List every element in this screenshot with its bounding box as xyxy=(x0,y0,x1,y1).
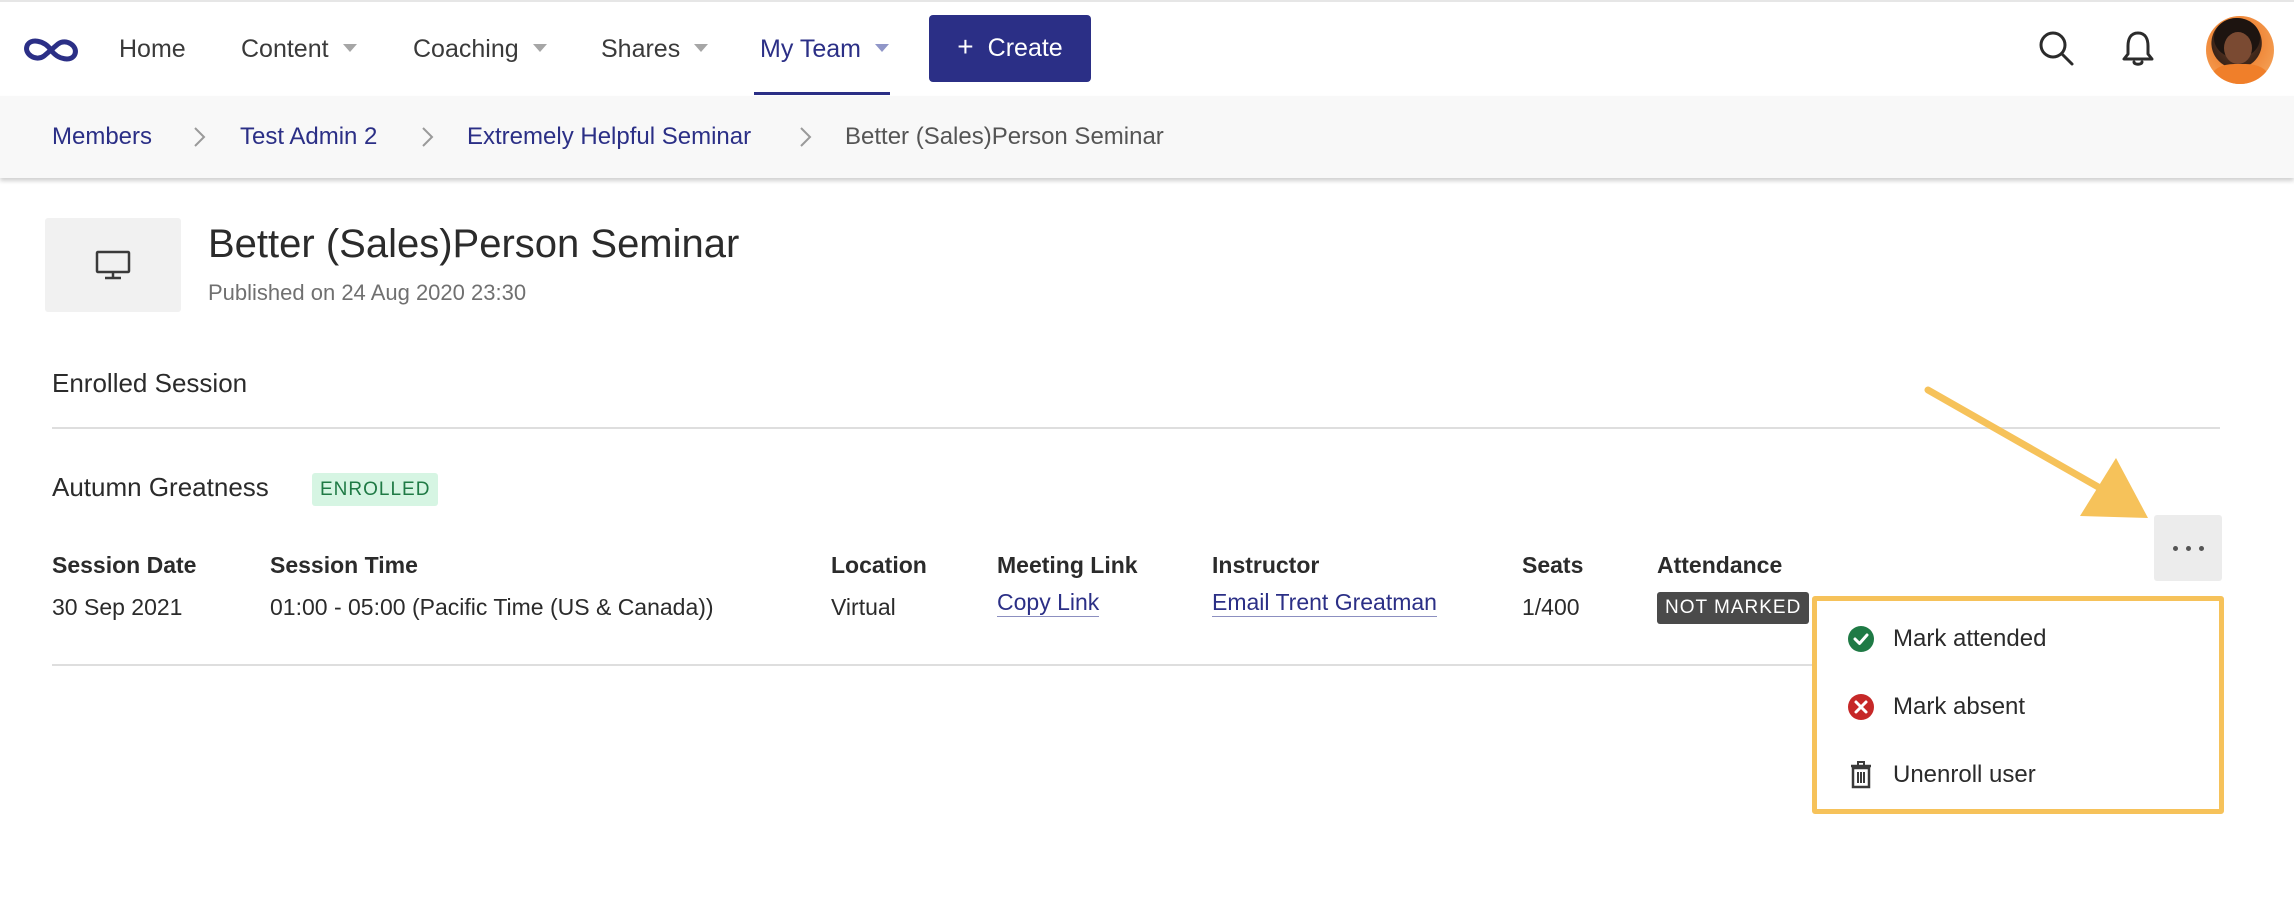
chevron-down-icon xyxy=(532,44,547,52)
published-date: Published on 24 Aug 2020 23:30 xyxy=(208,280,527,305)
x-circle-icon xyxy=(1847,693,1875,721)
chevron-right-icon xyxy=(800,127,812,147)
plus-icon: + xyxy=(957,31,974,62)
avatar[interactable] xyxy=(2206,16,2274,84)
menu-item-label: Unenroll user xyxy=(1893,761,2036,788)
instructor-header: Instructor xyxy=(1212,552,1320,578)
session-time-header: Session Time xyxy=(270,552,418,578)
more-options-button[interactable] xyxy=(2154,515,2222,581)
more-dots-icon xyxy=(2185,545,2191,551)
section-title: Enrolled Session xyxy=(52,368,248,398)
options-menu: Mark attended Mark absent Unenroll user xyxy=(1812,596,2224,814)
check-circle-icon xyxy=(1847,625,1875,653)
nav-my-team[interactable]: My Team xyxy=(760,2,889,96)
menu-item-label: Mark attended xyxy=(1893,625,2047,652)
menu-item-label: Mark absent xyxy=(1893,693,2026,720)
menu-item-unenroll-user[interactable]: Unenroll user xyxy=(1847,755,2036,795)
location-value: Virtual xyxy=(831,594,896,620)
more-dots-icon xyxy=(2172,545,2178,551)
session-date-header: Session Date xyxy=(52,552,197,578)
content-thumbnail xyxy=(45,218,181,312)
copy-link[interactable]: Copy Link xyxy=(997,588,1100,617)
chevron-down-icon xyxy=(874,44,889,52)
chevron-down-icon xyxy=(342,44,357,52)
nav-content[interactable]: Content xyxy=(241,2,357,96)
create-button-label: Create xyxy=(987,34,1063,62)
seats-header: Seats xyxy=(1522,552,1584,578)
chevron-right-icon xyxy=(422,127,434,147)
breadcrumb-test-admin[interactable]: Test Admin 2 xyxy=(240,96,377,178)
breadcrumb-members[interactable]: Members xyxy=(52,96,152,178)
trash-icon xyxy=(1847,761,1875,789)
nav-shares[interactable]: Shares xyxy=(601,2,709,96)
breadcrumb-seminar[interactable]: Extremely Helpful Seminar xyxy=(467,96,751,178)
more-dots-icon xyxy=(2198,545,2204,551)
location-header: Location xyxy=(831,552,927,578)
callout-arrow-icon xyxy=(1924,386,2148,518)
chevron-right-icon xyxy=(194,127,206,147)
meeting-link-header: Meeting Link xyxy=(997,552,1138,578)
session-date-value: 30 Sep 2021 xyxy=(52,594,183,620)
chevron-down-icon xyxy=(694,44,709,52)
menu-item-mark-absent[interactable]: Mark absent xyxy=(1847,687,2025,727)
nav-content-label: Content xyxy=(241,34,329,63)
bell-icon[interactable] xyxy=(2118,28,2158,68)
breadcrumb: Members Test Admin 2 Extremely Helpful S… xyxy=(0,96,2294,178)
page-title: Better (Sales)Person Seminar xyxy=(208,222,740,266)
divider xyxy=(52,427,2220,429)
attendance-badge: NOT MARKED xyxy=(1657,592,1810,624)
seats-value: 1/400 xyxy=(1522,594,1580,620)
active-tab-indicator xyxy=(754,92,890,95)
monitor-icon xyxy=(95,250,131,280)
status-badge: ENROLLED xyxy=(312,473,439,506)
nav-shares-label: Shares xyxy=(601,34,681,63)
nav-home[interactable]: Home xyxy=(119,2,186,96)
email-instructor-link[interactable]: Email Trent Greatman xyxy=(1212,588,1437,617)
nav-coaching-label: Coaching xyxy=(413,34,519,63)
logo-icon[interactable] xyxy=(22,32,80,68)
breadcrumb-current: Better (Sales)Person Seminar xyxy=(845,123,1164,150)
session-time-value: 01:00 - 05:00 (Pacific Time (US & Canada… xyxy=(270,594,714,620)
attendance-header: Attendance xyxy=(1657,552,1783,578)
menu-item-mark-attended[interactable]: Mark attended xyxy=(1847,619,2046,659)
top-navigation-bar: Home Content Coaching Shares My Team + C… xyxy=(0,0,2294,96)
session-name: Autumn Greatness xyxy=(52,472,269,502)
nav-home-label: Home xyxy=(119,34,186,63)
search-icon[interactable] xyxy=(2036,28,2076,68)
nav-coaching[interactable]: Coaching xyxy=(413,2,547,96)
nav-my-team-label: My Team xyxy=(760,34,861,63)
create-button[interactable]: + Create xyxy=(929,15,1091,82)
